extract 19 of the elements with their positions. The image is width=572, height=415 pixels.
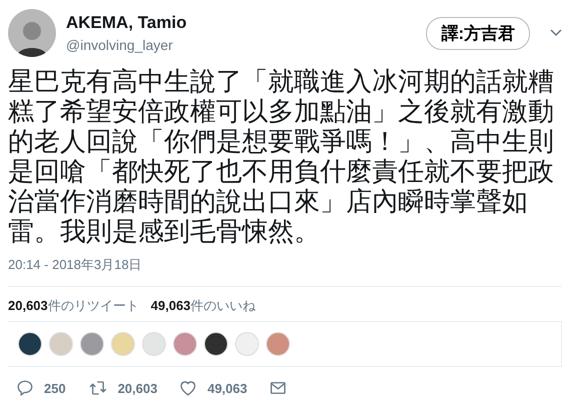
like-button[interactable]: 49,063: [179, 379, 248, 397]
liker-avatar[interactable]: [204, 332, 228, 356]
tweet-timestamp: 20:14 - 2018年3月18日: [8, 256, 562, 287]
avatar-photo-placeholder: [8, 9, 56, 57]
engagement-count[interactable]: 20,603件のリツイート: [8, 297, 139, 315]
translator-badge: 譯:方吉君: [426, 16, 530, 50]
reply-button[interactable]: 250: [16, 379, 66, 397]
message-button[interactable]: [269, 379, 288, 397]
author-name: AKEMA, Tamio: [66, 13, 188, 33]
retweet-icon: [88, 379, 108, 397]
tweet-text: 星巴克有高中生說了「就職進入冰河期的話就糟糕了希望安倍政權可以多加點油」之後就有激動的老人回說「你們是想要戰爭嗎！」、高中生則是回嗆「都快死了也不用負什麼責任就不要把政治當作消磨時間的說出口來」店內瞬時掌聲如雷。我則是感到毛骨悚然。: [8, 66, 555, 246]
reply-icon: [16, 379, 34, 397]
envelope-icon: [269, 379, 288, 397]
heart-icon: [179, 379, 198, 397]
caret-icon[interactable]: [550, 29, 562, 37]
retweet-button[interactable]: 20,603: [88, 379, 158, 397]
liker-avatar[interactable]: [18, 332, 42, 356]
author-handle: @involving_layer: [66, 37, 174, 53]
engagement-count[interactable]: 49,063件のいいね: [150, 297, 256, 315]
